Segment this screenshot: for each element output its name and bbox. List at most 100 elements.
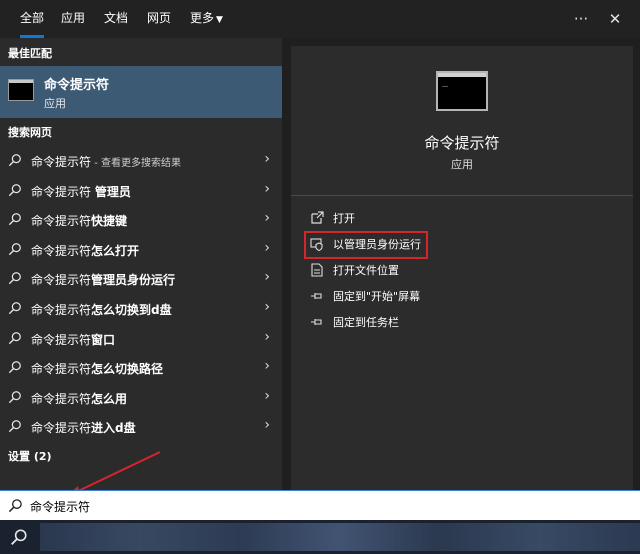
web-search-item-label: 命令提示符管理员身份运行 (31, 271, 175, 288)
query-prefix: 命令提示符 (31, 243, 92, 258)
pin-icon (311, 293, 322, 299)
query-suggestion: 快捷键 (91, 214, 128, 229)
web-search-item[interactable]: 命令提示符怎么用 › (0, 383, 282, 412)
command-prompt-large-icon (436, 71, 488, 111)
chevron-right-icon: › (264, 387, 270, 404)
query-hint: - 查看更多搜索结果 (91, 158, 181, 169)
chevron-right-icon: › (264, 151, 270, 167)
tab-more-label: 更多 (190, 11, 215, 25)
search-icon (8, 154, 21, 167)
search-icon (8, 361, 21, 374)
query-prefix: 命令提示符 (31, 332, 92, 347)
web-search-item-label: 命令提示符怎么切换路径 (31, 360, 163, 377)
close-icon[interactable]: ✕ (604, 8, 626, 30)
web-search-item-label: 命令提示符 管理员 (31, 183, 131, 200)
divider (291, 195, 633, 196)
action-open-label: 打开 (333, 212, 355, 225)
search-icon (8, 213, 21, 226)
tab-web[interactable]: 网页 (147, 0, 171, 38)
taskbar-search-icon[interactable] (10, 528, 28, 546)
annotation-highlight-box (304, 231, 428, 259)
web-search-item-label: 命令提示符 - 查看更多搜索结果 (31, 153, 181, 170)
query-suggestion: 怎么用 (91, 391, 128, 406)
web-search-item-label: 命令提示符快捷键 (31, 212, 127, 229)
tab-more[interactable]: 更多 ▼ (190, 0, 223, 38)
action-pin-to-taskbar[interactable]: 固定到任务栏 (305, 311, 605, 333)
command-prompt-icon (8, 79, 34, 101)
chevron-right-icon: › (264, 180, 270, 197)
action-pin-to-start-label: 固定到"开始"屏幕 (333, 290, 421, 303)
web-search-item-label: 命令提示符怎么打开 (31, 242, 139, 259)
more-options-icon[interactable]: ··· (570, 8, 592, 30)
query-suggestion: 怎么打开 (91, 243, 140, 258)
chevron-right-icon: › (264, 358, 270, 375)
web-search-item[interactable]: 命令提示符怎么打开 › (0, 235, 282, 264)
query-suggestion: 管理员 (94, 184, 131, 199)
pin-icon (311, 319, 322, 325)
chevron-right-icon: › (264, 299, 270, 315)
query-prefix: 命令提示符 (31, 421, 92, 436)
detail-panel: 命令提示符 应用 打开 以管理员身份运行 打开文件位置 固定到"开始"屏幕 固定… (291, 46, 633, 490)
chevron-down-icon: ▼ (216, 15, 223, 25)
web-search-item[interactable]: 命令提示符管理员身份运行 › (0, 264, 282, 293)
query-suggestion: 怎么切换路径 (91, 362, 164, 377)
results-list: 最佳匹配 命令提示符 应用 搜索网页 命令提示符 - 查看更多搜索结果 › 命令提示… (0, 38, 282, 490)
best-match-title: 命令提示符 (44, 78, 110, 93)
web-search-heading: 搜索网页 (8, 126, 52, 139)
search-icon (8, 242, 21, 255)
search-icon (8, 302, 21, 315)
detail-title: 命令提示符 (424, 134, 500, 152)
folder-icon (311, 263, 323, 277)
query-suggestion: 窗口 (91, 332, 116, 347)
web-search-item[interactable]: 命令提示符怎么切换路径 › (0, 353, 282, 382)
action-open[interactable]: 打开 (305, 207, 605, 229)
web-search-item[interactable]: 命令提示符怎么切换到d盘 › (0, 294, 282, 323)
search-icon (8, 390, 21, 403)
web-search-item[interactable]: 命令提示符窗口 › (0, 324, 282, 353)
query-prefix: 命令提示符 (31, 273, 92, 288)
search-icon (8, 420, 21, 433)
action-open-file-location-label: 打开文件位置 (333, 264, 399, 277)
chevron-right-icon: › (264, 210, 270, 227)
web-search-item[interactable]: 命令提示符 管理员 › (0, 176, 282, 205)
query-prefix: 命令提示符 (31, 391, 92, 406)
search-input[interactable] (30, 495, 630, 517)
action-pin-to-taskbar-label: 固定到任务栏 (333, 316, 399, 329)
action-open-file-location[interactable]: 打开文件位置 (305, 259, 605, 281)
web-search-item-label: 命令提示符怎么切换到d盘 (31, 301, 172, 318)
taskbar (0, 520, 640, 554)
tab-documents[interactable]: 文档 (104, 0, 128, 38)
web-search-item[interactable]: 命令提示符 - 查看更多搜索结果 › (0, 146, 282, 175)
query-suggestion: 进入d盘 (91, 421, 136, 436)
web-search-item[interactable]: 命令提示符快捷键 › (0, 205, 282, 234)
web-search-item-label: 命令提示符进入d盘 (31, 419, 136, 436)
query-prefix: 命令提示符 (31, 184, 95, 199)
search-icon (8, 272, 21, 285)
settings-heading[interactable]: 设置 (2) (8, 448, 52, 464)
query-prefix: 命令提示符 (31, 362, 92, 377)
web-search-item-label: 命令提示符窗口 (31, 331, 115, 348)
chevron-right-icon: › (264, 417, 270, 434)
action-pin-to-start[interactable]: 固定到"开始"屏幕 (305, 285, 605, 307)
best-match-heading: 最佳匹配 (8, 47, 52, 60)
taskbar-apps-blurred (40, 523, 640, 551)
web-search-item[interactable]: 命令提示符进入d盘 › (0, 412, 282, 441)
query-prefix: 命令提示符 (31, 303, 92, 317)
search-box (0, 490, 640, 520)
chevron-right-icon: › (264, 328, 270, 345)
search-icon (8, 331, 21, 344)
query-prefix: 命令提示符 (31, 155, 92, 169)
query-suggestion: 管理员身份运行 (91, 273, 176, 288)
best-match-item[interactable]: 命令提示符 应用 (0, 66, 282, 118)
filter-tabs-bar: 全部 应用 文档 网页 更多 ▼ ··· ✕ (0, 0, 640, 38)
tab-all[interactable]: 全部 (20, 0, 45, 38)
web-search-item-label: 命令提示符怎么用 (31, 390, 127, 407)
query-prefix: 命令提示符 (31, 214, 92, 229)
best-match-subtitle: 应用 (44, 97, 66, 110)
search-icon (8, 499, 22, 513)
chevron-right-icon: › (264, 239, 270, 256)
search-icon (8, 183, 21, 196)
detail-subtitle: 应用 (451, 158, 473, 171)
tab-apps[interactable]: 应用 (61, 0, 85, 38)
chevron-right-icon: › (264, 269, 270, 286)
